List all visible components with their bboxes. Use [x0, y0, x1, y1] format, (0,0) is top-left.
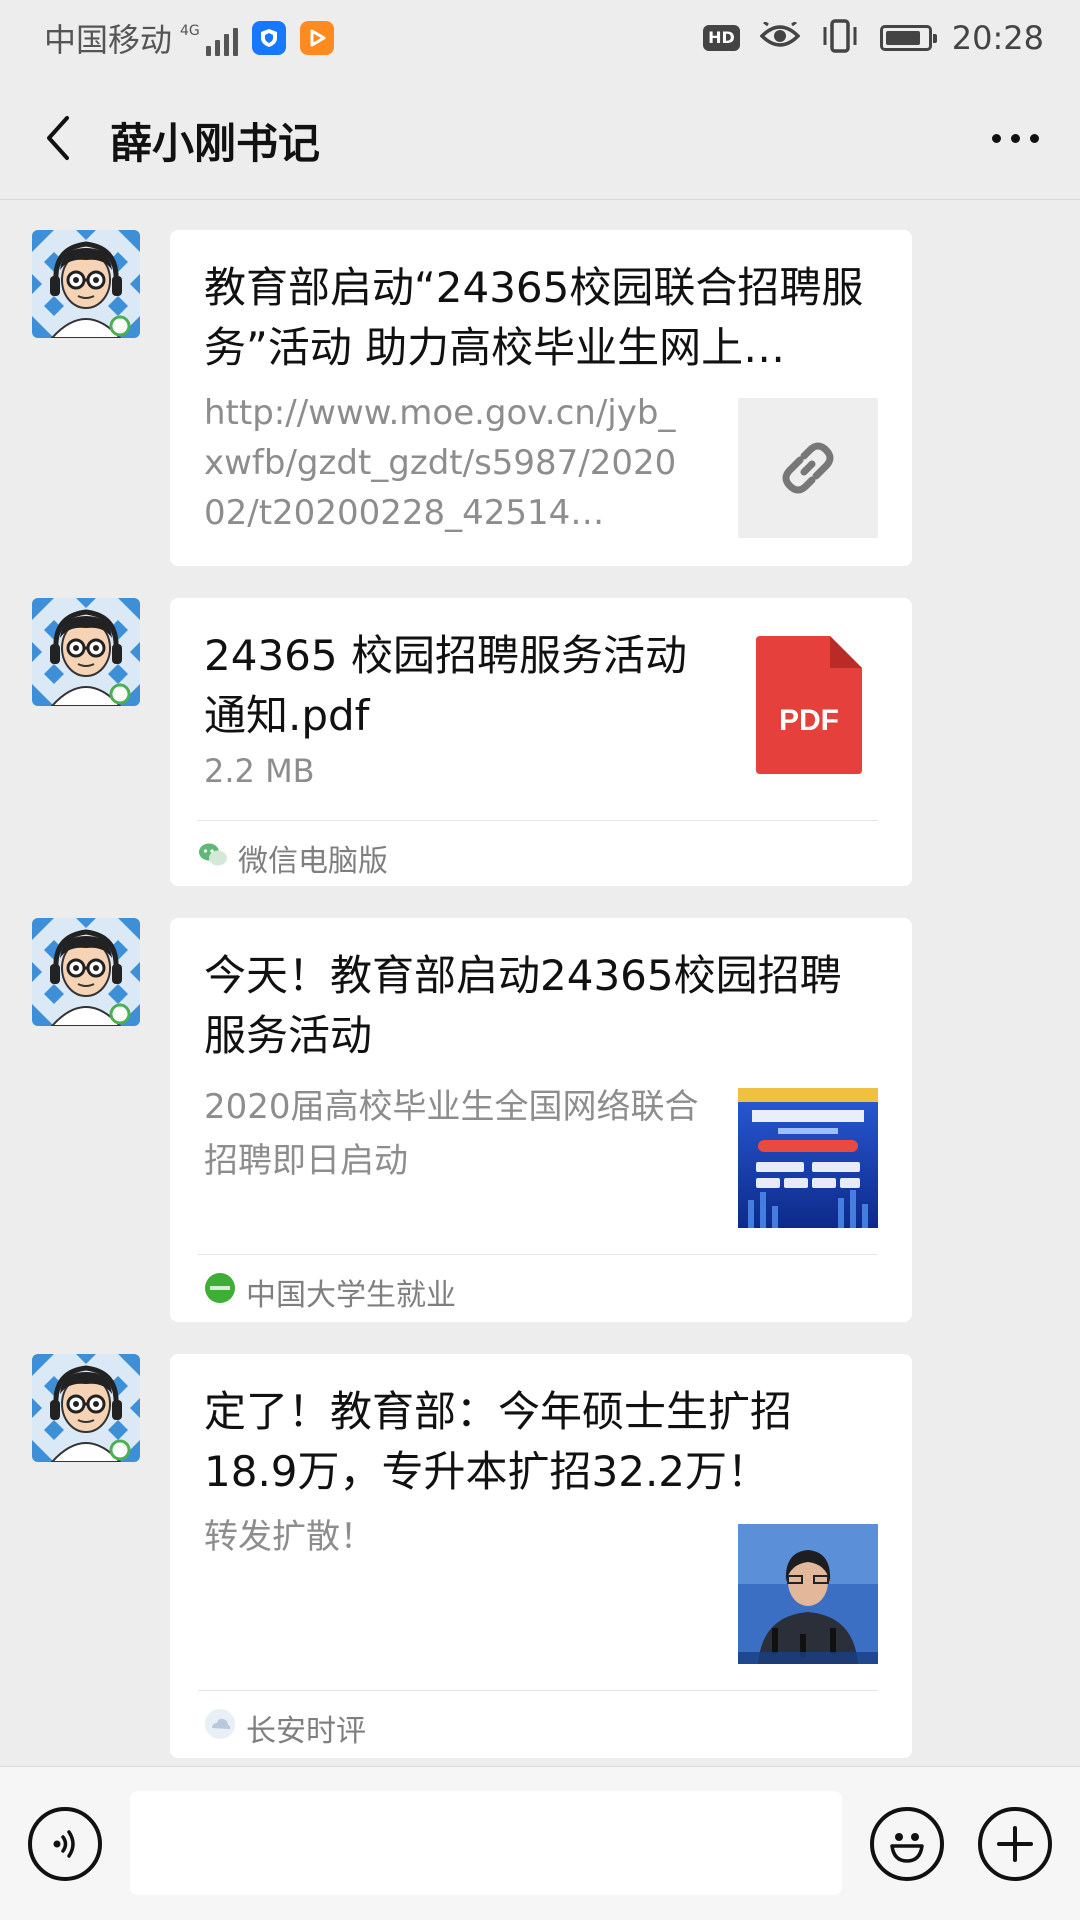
- source-label: 长安时评: [246, 1714, 366, 1749]
- card-divider: [198, 820, 878, 821]
- chat-input-bar: [0, 1766, 1080, 1920]
- card-divider: [198, 1254, 878, 1255]
- plus-icon: [997, 1826, 1033, 1862]
- avatar[interactable]: [32, 230, 140, 338]
- green-circle-logo: [204, 1272, 236, 1312]
- article-desc: 转发扩散！: [204, 1517, 374, 1557]
- more-dot: [991, 133, 1001, 143]
- cloud-logo: [204, 1708, 236, 1748]
- smiley-icon: [890, 1833, 924, 1863]
- pdf-label: PDF: [779, 704, 839, 737]
- status-bar: 中国移动 4G HD 20:28: [0, 0, 1080, 76]
- link-icon: [782, 442, 834, 494]
- avatar[interactable]: [32, 918, 140, 1026]
- link-title: 教育部启动“24365校园联合招聘服务”活动 助力高校毕业生网上…: [204, 263, 864, 372]
- clock: 20:28: [951, 19, 1044, 57]
- file-size: 2.2 MB: [204, 752, 315, 790]
- article-card[interactable]: 定了！教育部：今年硕士生扩招18.9万，专升本扩招32.2万！ 转发扩散！ 长安…: [170, 1354, 912, 1758]
- header-divider: [0, 199, 1080, 200]
- press-conference-photo-thumbnail: [738, 1524, 878, 1664]
- chat-header: 薛小刚书记: [0, 76, 1080, 200]
- article-desc: 2020届高校毕业生全国网络联合招聘即日启动: [204, 1087, 699, 1181]
- more-functions-button[interactable]: [978, 1807, 1052, 1881]
- article-card[interactable]: 今天！教育部启动24365校园招聘服务活动 2020届高校毕业生全国网络联合招聘…: [170, 918, 912, 1322]
- article-thumbnail: [738, 1524, 878, 1664]
- more-dot: [1010, 133, 1020, 143]
- chat-title: 薛小刚书记: [110, 119, 321, 168]
- article-source: 长安时评: [204, 1706, 366, 1750]
- avatar[interactable]: [32, 1354, 140, 1462]
- play-app-icon: [299, 21, 334, 55]
- more-options-button[interactable]: [980, 108, 1050, 168]
- hd-badge: HD: [703, 25, 740, 51]
- chevron-left-icon: [47, 116, 69, 160]
- voice-input-button[interactable]: [28, 1807, 102, 1881]
- back-button[interactable]: [28, 108, 88, 168]
- card-divider: [198, 1690, 878, 1691]
- campus-recruit-poster-thumbnail: [738, 1088, 878, 1228]
- eye-icon: [759, 20, 801, 54]
- message-input[interactable]: [130, 1791, 842, 1895]
- battery-icon: [879, 25, 937, 51]
- wechat-icon: [198, 841, 228, 876]
- article-title: 今天！教育部启动24365校园招聘服务活动: [204, 951, 842, 1060]
- article-title: 定了！教育部：今年硕士生扩招18.9万，专升本扩招32.2万！: [204, 1387, 793, 1496]
- emoji-button[interactable]: [870, 1807, 944, 1881]
- link-url: http://www.moe.gov.cn/jyb_xwfb/gzdt_gzdt…: [204, 393, 677, 533]
- carrier-name: 中国移动: [44, 21, 173, 59]
- article-thumbnail: [738, 1088, 878, 1228]
- status-left: 中国移动 4G: [44, 14, 334, 62]
- battery-level: [885, 31, 920, 45]
- link-thumbnail: [738, 398, 878, 538]
- voice-icon: [53, 1830, 75, 1858]
- pdf-icon: PDF: [756, 636, 862, 774]
- status-right: HD 20:28: [703, 14, 1044, 62]
- file-card[interactable]: 24365 校园招聘服务活动通知.pdf 2.2 MB PDF 微信电脑版: [170, 598, 912, 886]
- source-label: 中国大学生就业: [246, 1278, 456, 1313]
- avatar[interactable]: [32, 598, 140, 706]
- source-label: 微信电脑版: [238, 844, 388, 879]
- file-name: 24365 校园招聘服务活动通知.pdf: [204, 631, 687, 740]
- vibrate-icon: [820, 18, 860, 58]
- shield-app-icon: [251, 21, 286, 55]
- signal-icon: 4G: [180, 20, 238, 56]
- link-card[interactable]: 教育部启动“24365校园联合招聘服务”活动 助力高校毕业生网上… http:/…: [170, 230, 912, 566]
- article-source: 中国大学生就业: [204, 1270, 456, 1314]
- network-type: 4G: [180, 23, 200, 39]
- more-dot: [1029, 133, 1039, 143]
- file-source: 微信电脑版: [198, 836, 388, 880]
